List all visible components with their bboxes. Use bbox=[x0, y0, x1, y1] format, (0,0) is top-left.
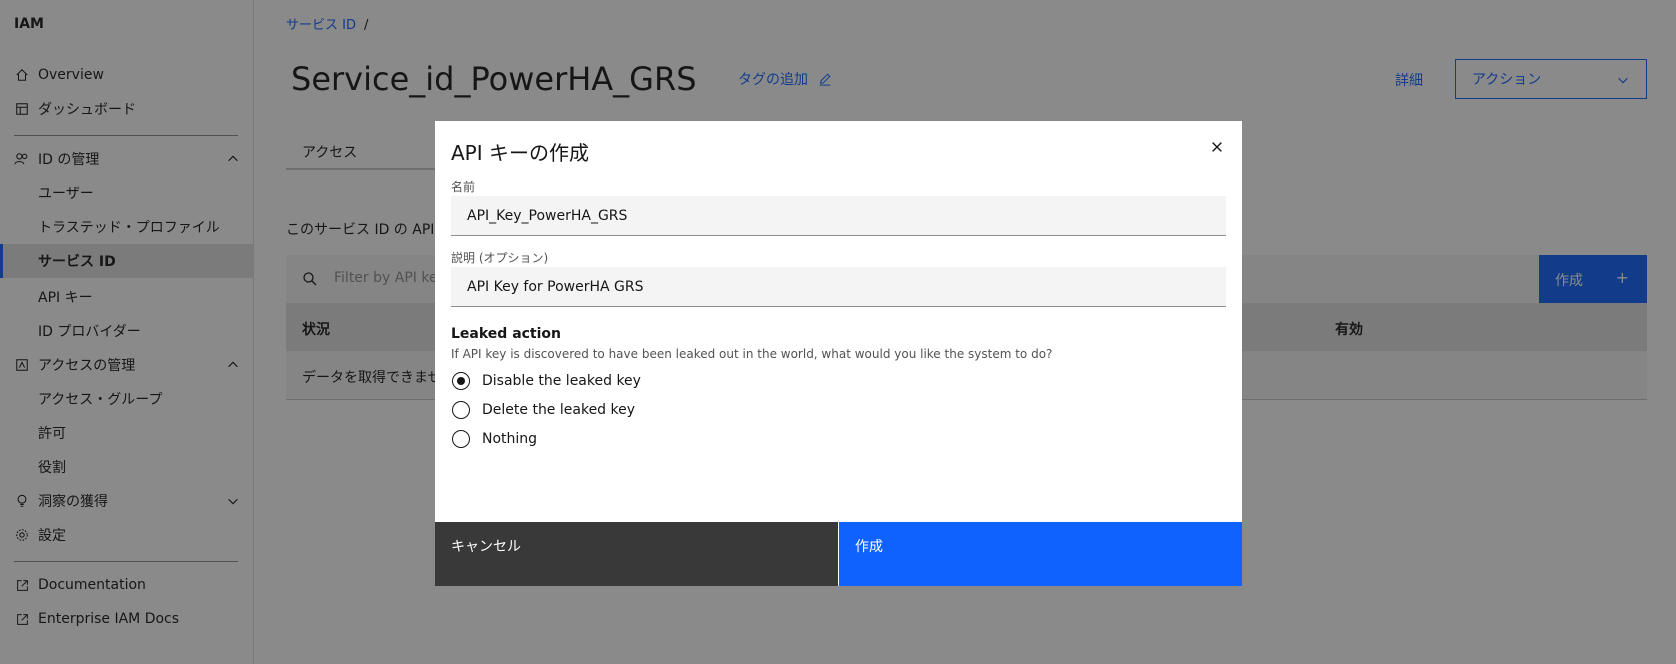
radio-label: Disable the leaked key bbox=[482, 373, 641, 389]
name-label: 名前 bbox=[451, 180, 476, 194]
radio-button[interactable] bbox=[452, 430, 470, 448]
radio-label: Delete the leaked key bbox=[482, 402, 636, 418]
cancel-button[interactable]: キャンセル bbox=[435, 522, 838, 586]
create-submit-button[interactable]: 作成 bbox=[839, 522, 1242, 586]
leaked-action-description: If API key is discovered to have been le… bbox=[451, 347, 1053, 361]
create-api-key-modal: API キーの作成 名前 API_Key_PowerHA_GRS 説明 (オプシ… bbox=[435, 121, 1242, 586]
leaked-action-title: Leaked action bbox=[451, 326, 562, 342]
description-input[interactable]: API Key for PowerHA GRS bbox=[451, 267, 1226, 307]
radio-disable-leaked-key[interactable]: Disable the leaked key bbox=[452, 372, 641, 390]
description-label: 説明 (オプション) bbox=[451, 251, 549, 265]
name-input[interactable]: API_Key_PowerHA_GRS bbox=[451, 196, 1226, 236]
radio-label: Nothing bbox=[482, 431, 538, 447]
modal-title: API キーの作成 bbox=[451, 141, 589, 165]
radio-delete-leaked-key[interactable]: Delete the leaked key bbox=[452, 401, 635, 419]
close-icon[interactable] bbox=[1207, 137, 1227, 157]
radio-button[interactable] bbox=[452, 401, 470, 419]
radio-button-checked[interactable] bbox=[452, 372, 470, 390]
radio-nothing[interactable]: Nothing bbox=[452, 430, 537, 448]
